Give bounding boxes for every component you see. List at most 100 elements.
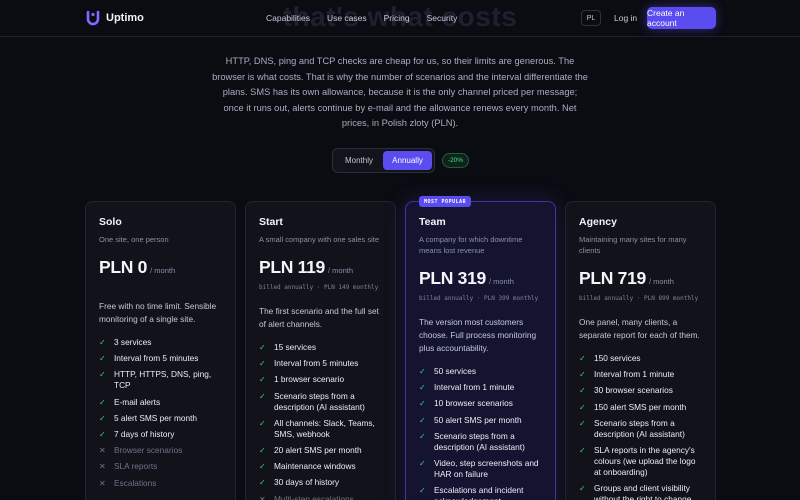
feature-text: Interval from 1 minute (594, 369, 675, 380)
check-icon: ✓ (259, 445, 266, 455)
check-icon: ✓ (419, 486, 426, 496)
price-row: PLN 319/ month (419, 268, 542, 289)
plan-subtitle: Maintaining many sites for many clients (579, 235, 687, 255)
cross-icon: ✕ (99, 478, 106, 488)
feature-text: 50 services (434, 366, 476, 376)
feature-text: All channels: Slack, Teams, SMS, webhook (274, 417, 375, 439)
check-icon: ✓ (579, 484, 586, 494)
feature-text: 3 services (114, 337, 152, 347)
feature-text: 10 browser scenarios (434, 398, 513, 409)
billing-annually-option[interactable]: Annually (383, 151, 432, 170)
plan-name: Team (419, 216, 446, 228)
login-link[interactable]: Log in (614, 13, 637, 23)
plan-description: The first scenario and the full set of a… (259, 306, 379, 329)
plan-description: Free with no time limit. Sensible monito… (99, 301, 217, 324)
check-icon: ✓ (419, 367, 426, 376)
billing-period-toggle: Monthly Annually (332, 148, 435, 173)
check-icon: ✓ (99, 370, 106, 380)
feature-item: ✓ Scenario steps from a description (AI a… (579, 418, 702, 440)
brand-name: Uptimo (106, 12, 144, 24)
feature-text: Video, step screenshots and HAR on failu… (434, 457, 539, 479)
check-icon: ✓ (419, 399, 426, 409)
feature-item: ✓ 50 services (419, 366, 542, 377)
feature-list: ✓ 3 services ✓ Interval from 5 minutes ✓ HTTP… (99, 337, 222, 489)
uptimo-logo-icon (86, 10, 100, 26)
feature-item: ✓ 150 services (579, 353, 702, 364)
language-switcher[interactable]: PL (581, 10, 601, 26)
feature-item: ✓ Interval from 5 minutes (259, 358, 382, 369)
check-icon: ✓ (579, 354, 586, 363)
check-icon: ✓ (419, 458, 426, 468)
check-icon: ✓ (419, 383, 426, 393)
check-icon: ✓ (579, 386, 586, 396)
plan-subtitle: A small company with one sales site (259, 235, 380, 244)
nav-link-capabilities[interactable]: Capabilities (266, 13, 310, 23)
plan-card-solo: Solo One site, one person PLN 0/ month Free… (85, 201, 236, 500)
feature-text: Maintenance windows (274, 461, 356, 472)
nav-link-pricing[interactable]: Pricing (384, 13, 410, 23)
feature-text: 150 services (594, 353, 641, 363)
plan-card-start: Start A small company with one sales site… (245, 201, 396, 500)
check-icon: ✓ (99, 397, 106, 407)
plan-subtitle: One site, one person (99, 235, 169, 244)
plan-price: PLN 719 (579, 268, 646, 288)
billing-monthly-option[interactable]: Monthly (335, 151, 383, 170)
check-icon: ✓ (259, 391, 266, 401)
feature-item: ✓ Video, step screenshots and HAR on fail… (419, 458, 542, 480)
check-icon: ✓ (419, 415, 426, 425)
feature-item: ✕ Multi-step escalations (259, 494, 382, 500)
feature-text: Scenario steps from a description (AI as… (434, 430, 525, 452)
create-account-button[interactable]: Create an account (647, 7, 716, 29)
feature-text: 15 services (274, 342, 316, 352)
feature-item: ✕ SLA reports (99, 461, 222, 472)
feature-item: ✓ 7 days of history (99, 429, 222, 440)
billing-note: billed annually · PLN 399 monthly (419, 295, 539, 302)
feature-item: ✓ Interval from 1 minute (419, 382, 542, 393)
feature-item: ✓ All channels: Slack, Teams, SMS, webhoo… (259, 418, 382, 440)
feature-text: 150 alert SMS per month (594, 401, 687, 412)
feature-item: ✓ 20 alert SMS per month (259, 445, 382, 456)
plan-description: The version most customers choose. Full … (419, 317, 537, 353)
feature-item: ✓ HTTP, HTTPS, DNS, ping, TCP (99, 369, 222, 391)
brand-logo[interactable]: Uptimo (86, 10, 144, 26)
annual-discount-badge: -20% (442, 153, 469, 168)
pricing-intro-text: HTTP, DNS, ping and TCP checks are cheap… (212, 56, 588, 128)
feature-item: ✓ E-mail alerts (99, 397, 222, 408)
feature-text: 30 days of history (274, 477, 340, 488)
feature-item: ✓ 15 services (259, 342, 382, 353)
feature-text: SLA reports in the agency's colours (we … (594, 444, 696, 477)
price-row: PLN 0/ month (99, 257, 222, 278)
check-icon: ✓ (259, 359, 266, 369)
price-row: PLN 119/ month (259, 257, 382, 278)
feature-text: Interval from 1 minute (434, 382, 515, 393)
feature-item: ✓ 1 browser scenario (259, 374, 382, 385)
feature-text: 30 browser scenarios (594, 385, 673, 396)
check-icon: ✓ (579, 445, 586, 455)
feature-item: ✓ Scenario steps from a description (AI a… (259, 391, 382, 413)
feature-item: ✕ Escalations (99, 478, 222, 489)
price-period: / month (150, 266, 176, 275)
feature-item: ✓ 150 alert SMS per month (579, 402, 702, 413)
price-period: / month (488, 277, 514, 286)
nav-link-security[interactable]: Security (427, 13, 458, 23)
feature-item: ✓ Scenario steps from a description (AI a… (419, 431, 542, 453)
feature-item: ✓ Groups and client visibility without th… (579, 483, 702, 500)
feature-text: 7 days of history (114, 428, 175, 439)
check-icon: ✓ (259, 343, 266, 352)
feature-text: Scenario steps from a description (AI as… (274, 390, 365, 412)
plan-card-team: MOST POPULAR Team A company for which down… (405, 196, 556, 500)
feature-item: ✓ 3 services (99, 337, 222, 348)
billing-note: billed annually · PLN 149 monthly (259, 284, 379, 291)
check-icon: ✓ (99, 413, 106, 423)
feature-text: 20 alert SMS per month (274, 444, 362, 455)
feature-text: Interval from 5 minutes (274, 358, 359, 369)
plan-subtitle: A company for which downtime means lost … (419, 235, 523, 255)
feature-item: ✓ 30 days of history (259, 477, 382, 488)
nav-link-use-cases[interactable]: Use cases (327, 13, 367, 23)
feature-item: ✓ 50 alert SMS per month (419, 415, 542, 426)
cross-icon: ✕ (99, 446, 106, 456)
feature-text: Escalations (114, 477, 157, 488)
feature-text: 5 alert SMS per month (114, 412, 198, 423)
feature-item: ✕ Browser scenarios (99, 445, 222, 456)
feature-item: ✓ Maintenance windows (259, 461, 382, 472)
